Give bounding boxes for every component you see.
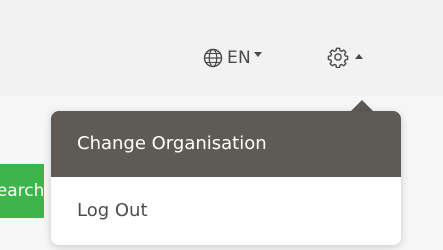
language-selector[interactable]: EN — [203, 48, 262, 68]
menu-item-log-out[interactable]: Log Out — [51, 177, 401, 245]
settings-dropdown-menu: Change Organisation Log Out — [51, 111, 401, 245]
globe-icon — [203, 48, 223, 68]
top-navigation-bar: EN — [0, 0, 443, 96]
settings-menu-toggle[interactable] — [327, 46, 363, 68]
gear-icon — [327, 46, 349, 68]
chevron-up-icon — [355, 53, 363, 59]
chevron-down-icon — [253, 51, 262, 57]
search-button[interactable]: Search — [0, 164, 44, 218]
language-code: EN — [227, 48, 251, 68]
menu-item-change-organisation[interactable]: Change Organisation — [51, 111, 401, 177]
